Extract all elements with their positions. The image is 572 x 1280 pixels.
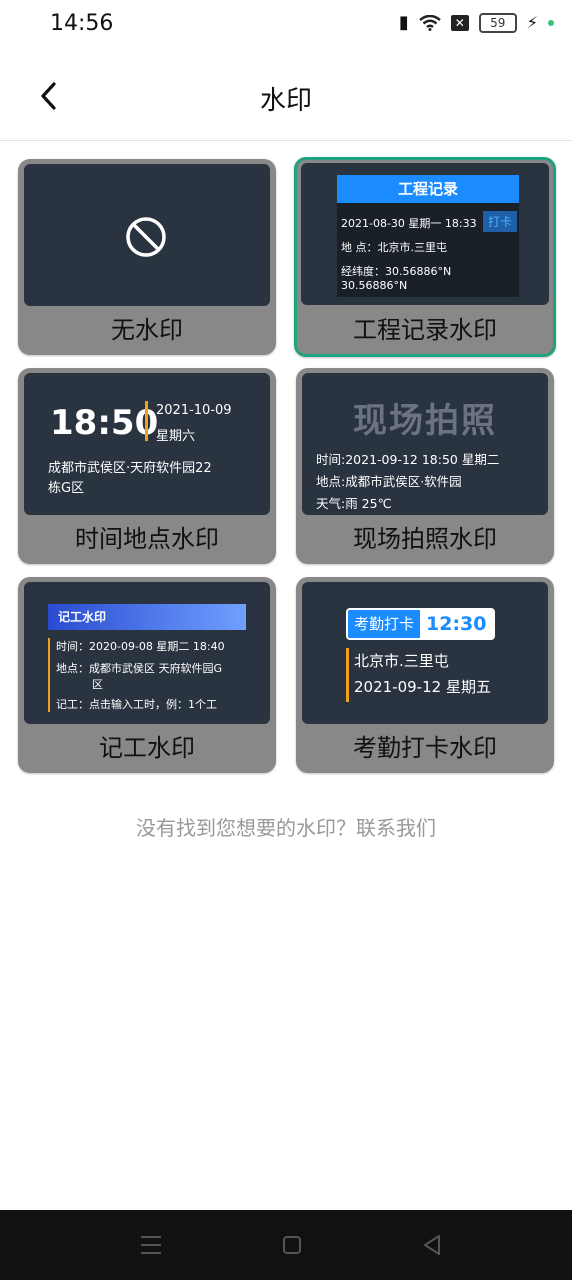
onsite-big-title: 现场拍照	[353, 401, 497, 441]
clock-in-tag: 打卡	[483, 211, 518, 232]
card-label: 工程记录水印	[353, 316, 497, 344]
back-nav-icon[interactable]	[422, 1234, 442, 1256]
watermark-preview: 现场拍照 时间:2021-09-12 18:50 星期二 地点:成都市武侯区·软…	[302, 373, 548, 515]
onsite-time: 时间:2021-09-12 18:50 星期二	[316, 452, 500, 467]
engineering-panel: 工程记录 2021-08-30 星期一 18:33 打卡 地 点：北京市.三里屯…	[337, 175, 519, 297]
worklog-title: 记工水印	[48, 604, 246, 630]
watermark-card-onsite-photo[interactable]: 现场拍照 时间:2021-09-12 18:50 星期二 地点:成都市武侯区·软…	[296, 368, 554, 564]
attendance-badge: 考勤打卡 12:30	[346, 608, 495, 640]
watermark-preview: 记工水印 时间：2020-09-08 星期二 18:40 地点：成都市武侯区 天…	[24, 582, 270, 724]
address-line-1: 成都市武侯区·天府软件园22	[48, 461, 212, 476]
watermark-preview: 考勤打卡 12:30 北京市.三里屯 2021-09-12 星期五	[302, 582, 548, 724]
attendance-label: 考勤打卡	[348, 610, 421, 638]
time-large: 18:50	[50, 403, 159, 443]
attendance-time: 12:30	[420, 610, 493, 638]
header-divider	[0, 140, 572, 141]
accent-bar	[145, 401, 148, 441]
card-label: 考勤打卡水印	[353, 734, 497, 762]
watermark-card-none[interactable]: 无水印	[18, 159, 276, 355]
worklog-work: 记工：点击输入工时，例：1个工	[56, 698, 217, 711]
home-icon[interactable]	[282, 1235, 302, 1255]
status-time: 14:56	[50, 11, 114, 36]
card-label: 记工水印	[99, 734, 195, 762]
no-symbol-icon	[126, 217, 166, 257]
engineering-location: 地 点：北京市.三里屯	[341, 241, 447, 254]
date-text: 2021-10-09	[156, 403, 232, 418]
battery-icon: 59	[478, 12, 517, 33]
onsite-weather: 天气:雨 25℃	[316, 496, 392, 511]
wifi-icon	[418, 14, 441, 31]
vibrate-icon: ▮	[398, 12, 409, 33]
accent-bar	[346, 648, 349, 702]
page-title: 水印	[259, 86, 312, 116]
onsite-place: 地点:成都市武侯区·软件园	[316, 474, 462, 489]
watermark-card-attendance[interactable]: 考勤打卡 12:30 北京市.三里屯 2021-09-12 星期五 考勤打卡水印	[296, 577, 554, 773]
attendance-place: 北京市.三里屯	[354, 652, 449, 670]
weekday-text: 星期六	[156, 429, 196, 444]
watermark-card-worklog[interactable]: 记工水印 时间：2020-09-08 星期二 18:40 地点：成都市武侯区 天…	[18, 577, 276, 773]
charging-icon: ⚡	[526, 13, 538, 32]
engineering-coords: 经纬度：30.56886°N 30.56886°N	[341, 265, 452, 292]
watermark-card-time-location[interactable]: 18:50 2021-10-09 星期六 成都市武侯区·天府软件园22 栋G区 …	[18, 368, 276, 564]
menu-icon[interactable]	[140, 1235, 162, 1255]
accent-bar	[48, 638, 50, 712]
address-line-2: 栋G区	[48, 481, 85, 496]
contact-us-link[interactable]: 没有找到您想要的水印？联系我们	[0, 812, 572, 841]
watermark-preview: 18:50 2021-10-09 星期六 成都市武侯区·天府软件园22 栋G区	[24, 373, 270, 515]
watermark-card-engineering[interactable]: 工程记录 2021-08-30 星期一 18:33 打卡 地 点：北京市.三里屯…	[294, 157, 556, 357]
worklog-place: 地点：成都市武侯区 天府软件园G	[56, 662, 223, 675]
attendance-date: 2021-09-12 星期五	[354, 678, 491, 696]
watermark-preview	[24, 164, 270, 306]
status-icons: ▮ ✕ 59 ⚡	[399, 12, 554, 33]
engineering-title: 工程记录	[337, 175, 519, 203]
worklog-time: 时间：2020-09-08 星期二 18:40	[56, 640, 225, 653]
worklog-place-2: 区	[92, 678, 103, 691]
card-label: 时间地点水印	[75, 525, 219, 553]
sim-off-icon: ✕	[450, 14, 469, 31]
watermark-preview: 工程记录 2021-08-30 星期一 18:33 打卡 地 点：北京市.三里屯…	[301, 163, 549, 305]
card-label: 无水印	[111, 316, 183, 344]
card-label: 现场拍照水印	[353, 525, 497, 553]
notification-dot	[548, 19, 554, 26]
engineering-date: 2021-08-30 星期一 18:33	[341, 217, 477, 230]
